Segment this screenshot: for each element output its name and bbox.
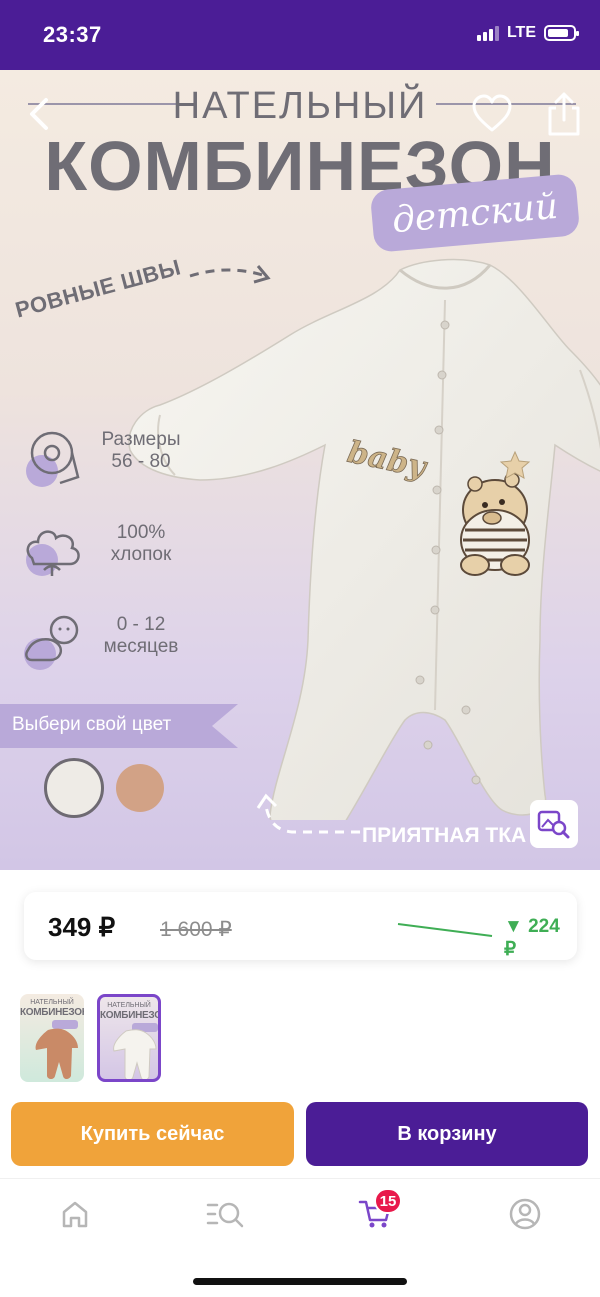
color-swatch-peach	[116, 764, 164, 812]
baby-icon	[24, 615, 79, 670]
battery-icon	[544, 25, 579, 41]
nav-catalog[interactable]	[203, 1192, 247, 1236]
thumbnail-title: НАТЕЛЬНЫЙ	[107, 1002, 151, 1009]
thumbnail-onesie	[113, 1029, 157, 1079]
favorite-button[interactable]	[470, 92, 514, 136]
share-icon	[548, 92, 580, 136]
dashed-arrow-icon	[256, 793, 360, 834]
current-price: 349 ₽	[48, 912, 116, 942]
catalog-search-icon	[206, 1202, 244, 1228]
old-price: 1 600 ₽	[160, 918, 232, 941]
status-bar: 23:37 LTE	[0, 0, 600, 70]
thumbnail-peach[interactable]: НАТЕЛЬНЫЙ КОМБИНЕЗОН	[20, 994, 84, 1082]
status-indicators: LTE	[476, 24, 579, 42]
image-search-button[interactable]	[530, 800, 578, 848]
network-label: LTE	[506, 24, 536, 41]
heart-icon	[472, 94, 512, 132]
cotton-icon	[26, 530, 80, 576]
price-drop: ▼ 224 ₽	[504, 916, 560, 960]
feature-cotton-text: 100% хлопок	[110, 522, 172, 565]
image-search-icon	[537, 810, 570, 839]
feature-sizes: Размеры 56 - 80	[20, 425, 190, 495]
nav-profile[interactable]	[503, 1192, 547, 1236]
product-screen: 23:37 LTE baby НАТЕЛЬНЫЙ КОМБИНЕЗОН детс…	[0, 0, 600, 1297]
chevron-left-icon	[30, 98, 48, 130]
fabric-label: ПРИЯТНАЯ ТКА	[362, 824, 527, 847]
color-banner-text: Выбери свой цвет	[12, 714, 172, 735]
feature-age-text: 0 - 12 месяцев	[103, 614, 179, 657]
home-icon	[62, 1201, 88, 1228]
thumbnail-white[interactable]: НАТЕЛЬНЫЙ КОМБИНЕЗОН	[97, 994, 161, 1082]
back-button[interactable]	[20, 92, 60, 136]
thumbnail-title: КОМБИНЕЗОН	[20, 1007, 84, 1018]
profile-icon	[509, 1198, 541, 1230]
thumbnail-title: КОМБИНЕЗОН	[100, 1010, 161, 1021]
color-banner: Выбери свой цвет	[0, 704, 238, 748]
thumbnail-onesie	[35, 1028, 78, 1079]
cart-badge: 15	[374, 1188, 402, 1214]
thumbnail-title: НАТЕЛЬНЫЙ	[30, 999, 74, 1006]
feature-cotton: 100% хлопок	[20, 518, 190, 588]
status-time: 23:37	[43, 22, 102, 47]
dashed-arrow-icon	[189, 265, 271, 284]
feature-sizes-text: Размеры 56 - 80	[101, 429, 181, 472]
measuring-tape-icon	[26, 431, 80, 487]
title-badge-text: детский	[390, 185, 560, 241]
product-image[interactable]: baby НАТЕЛЬНЫЙ КОМБИНЕЗОН детский РОВНЫЕ…	[0, 70, 600, 870]
price-trend-line	[397, 923, 493, 937]
nav-home[interactable]	[53, 1192, 97, 1236]
share-button[interactable]	[542, 90, 586, 138]
add-to-cart-button[interactable]: В корзину	[306, 1102, 588, 1166]
color-swatch-white	[44, 758, 104, 818]
signal-icon	[476, 25, 499, 41]
home-indicator[interactable]	[193, 1278, 407, 1285]
feature-age: 0 - 12 месяцев	[20, 610, 190, 680]
buy-now-button[interactable]: Купить сейчас	[11, 1102, 294, 1166]
price-card[interactable]: 349 ₽ 1 600 ₽ ▼ 224 ₽	[24, 892, 577, 960]
